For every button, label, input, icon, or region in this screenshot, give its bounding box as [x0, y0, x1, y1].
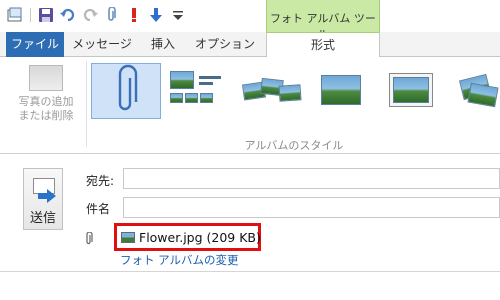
change-photo-album-link[interactable]: フォト アルバムの変更: [120, 252, 239, 268]
style-photo-thumb: [170, 93, 183, 103]
subject-label: 件名: [86, 202, 111, 216]
style-photo-thumb: [393, 77, 429, 103]
tab-file[interactable]: ファイル: [6, 32, 64, 57]
tab-message[interactable]: メッセージ: [70, 32, 134, 57]
mail-compose-window: フォト アルバム ツール ファイル メッセージ 挿入 オプション 形式 写真の追…: [0, 0, 500, 300]
style-photo-thumb: [321, 75, 361, 105]
attach-icon[interactable]: [104, 7, 120, 23]
style-photo-thumb: [467, 82, 499, 108]
ribbon-panel: 写真の追加 または削除 アルバムのスタイル: [0, 57, 500, 154]
attachment-item[interactable]: Flower.jpg (209 KB): [114, 223, 261, 251]
style-photo-thumb: [170, 71, 194, 89]
save-icon[interactable]: [38, 7, 54, 23]
send-button[interactable]: 送信: [23, 168, 63, 230]
add-photo-icon: [29, 65, 63, 91]
image-file-icon: [121, 232, 135, 243]
toolbar-separator: [30, 8, 31, 22]
ribbon-group-separator: [86, 61, 87, 147]
style-text-line: [199, 82, 213, 85]
header-divider: [0, 271, 500, 272]
album-styles-group-label: アルバムのスタイル: [244, 139, 344, 152]
album-style-grid-lines[interactable]: [165, 63, 235, 119]
undo-icon[interactable]: [60, 7, 76, 23]
add-remove-label-line2: または削除: [18, 109, 74, 122]
attachment-name: Flower.jpg (209 KB): [139, 230, 261, 245]
app-icon[interactable]: [7, 7, 23, 23]
style-photo-thumb: [185, 93, 198, 103]
attachment-clip-icon: [86, 232, 93, 245]
style-text-line: [199, 76, 221, 79]
album-style-single[interactable]: [313, 63, 383, 119]
album-style-tilted[interactable]: [455, 63, 500, 119]
low-priority-icon[interactable]: [148, 7, 164, 23]
subject-field[interactable]: [123, 197, 500, 218]
album-style-framed[interactable]: [385, 63, 455, 119]
to-label: 宛先:: [86, 174, 115, 188]
redo-icon[interactable]: [82, 7, 98, 23]
tab-options[interactable]: オプション: [192, 32, 258, 57]
tab-format[interactable]: 形式: [266, 32, 380, 58]
paperclip-icon: [118, 64, 138, 111]
context-tab-group-header: フォト アルバム ツール: [266, 0, 380, 41]
style-photo-thumb: [278, 84, 302, 102]
to-field[interactable]: [123, 168, 500, 189]
add-remove-photos-button[interactable]: 写真の追加 または削除: [8, 63, 84, 139]
quick-access-toolbar: フォト アルバム ツール: [0, 0, 500, 41]
album-style-scattered[interactable]: [239, 63, 309, 119]
style-photo-thumb: [200, 93, 213, 103]
high-priority-icon[interactable]: [126, 7, 142, 23]
album-style-paperclip[interactable]: [91, 63, 161, 119]
ribbon-tab-strip: ファイル メッセージ 挿入 オプション 形式: [0, 32, 500, 58]
send-arrow-icon: [38, 189, 56, 203]
customize-dropdown-icon[interactable]: [170, 7, 186, 23]
compose-area: 送信 宛先: 件名 Flower.jpg (209 KB) フォト アルバムの変…: [0, 155, 500, 300]
tab-insert[interactable]: 挿入: [140, 32, 186, 57]
add-remove-label-line1: 写真の追加: [18, 95, 74, 108]
send-label: 送信: [29, 211, 56, 226]
